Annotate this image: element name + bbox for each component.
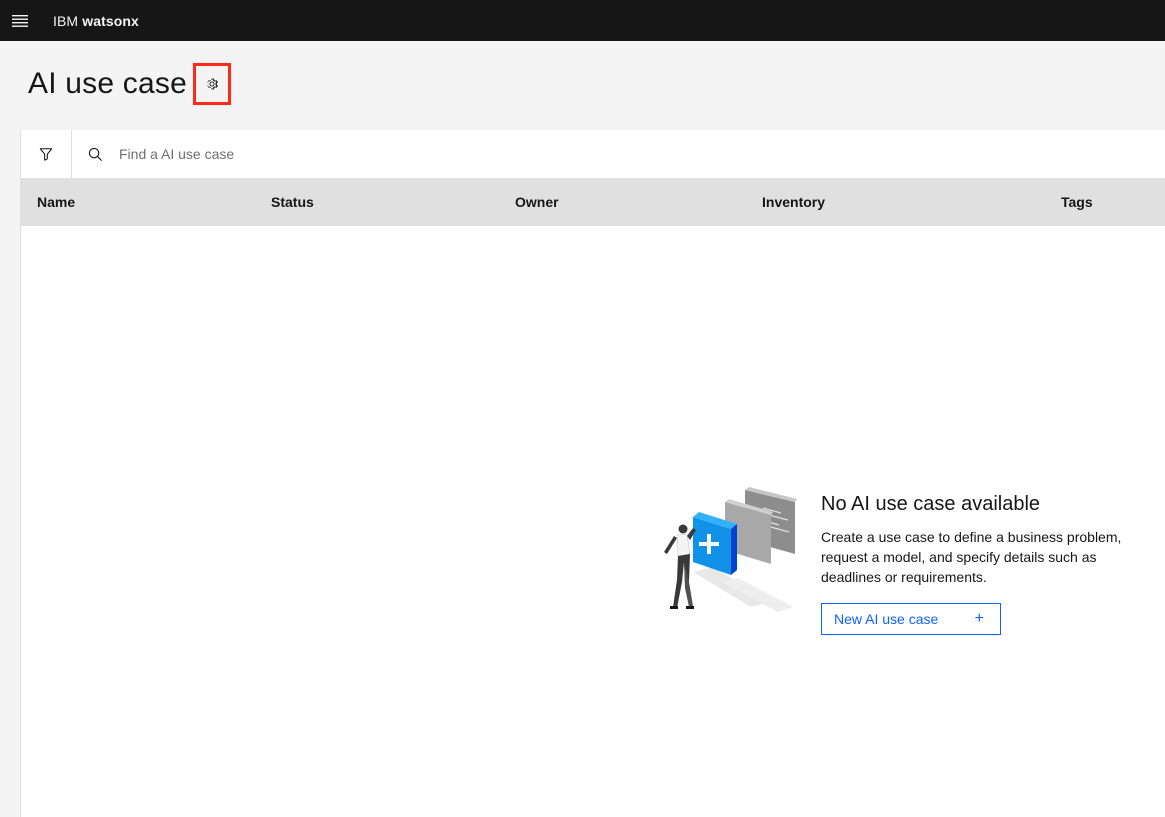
- top-header: IBM watsonx: [0, 0, 1165, 41]
- page-title-row: AI use case: [28, 62, 231, 106]
- column-header-name[interactable]: Name: [37, 178, 75, 226]
- empty-state-description: Create a use case to define a business p…: [821, 529, 1122, 585]
- empty-state-title: No AI use case available: [821, 493, 1041, 515]
- column-header-inventory[interactable]: Inventory: [762, 178, 825, 226]
- hamburger-menu-button[interactable]: [0, 0, 40, 41]
- brand-prefix: IBM: [53, 12, 79, 29]
- product-brand[interactable]: IBM watsonx: [53, 13, 139, 29]
- empty-state-illustration: [664, 487, 797, 612]
- search-input[interactable]: [119, 146, 719, 162]
- table-toolbar: [21, 130, 1165, 178]
- menu-icon: [12, 14, 28, 27]
- new-ai-use-case-label: New AI use case: [834, 611, 939, 627]
- empty-state-text: No AI use case available Create a use ca…: [821, 491, 1151, 635]
- search-icon: [88, 147, 102, 161]
- plus-icon: +: [974, 610, 984, 627]
- gear-icon: [207, 78, 218, 90]
- filter-button[interactable]: [21, 130, 72, 178]
- column-header-status[interactable]: Status: [271, 178, 314, 226]
- column-header-tags[interactable]: Tags: [1061, 178, 1093, 226]
- page-title: AI use case: [28, 67, 187, 100]
- settings-button[interactable]: [192, 63, 231, 105]
- brand-product: watsonx: [82, 12, 139, 29]
- table-header: Name Status Owner Inventory Tags: [21, 178, 1165, 226]
- filter-icon: [39, 148, 53, 161]
- new-ai-use-case-button[interactable]: New AI use case +: [821, 603, 1001, 635]
- empty-state: No AI use case available Create a use ca…: [653, 482, 1153, 642]
- use-case-table-panel: Name Status Owner Inventory Tags: [20, 130, 1165, 817]
- column-header-owner[interactable]: Owner: [515, 178, 559, 226]
- search-bar: [72, 130, 1165, 178]
